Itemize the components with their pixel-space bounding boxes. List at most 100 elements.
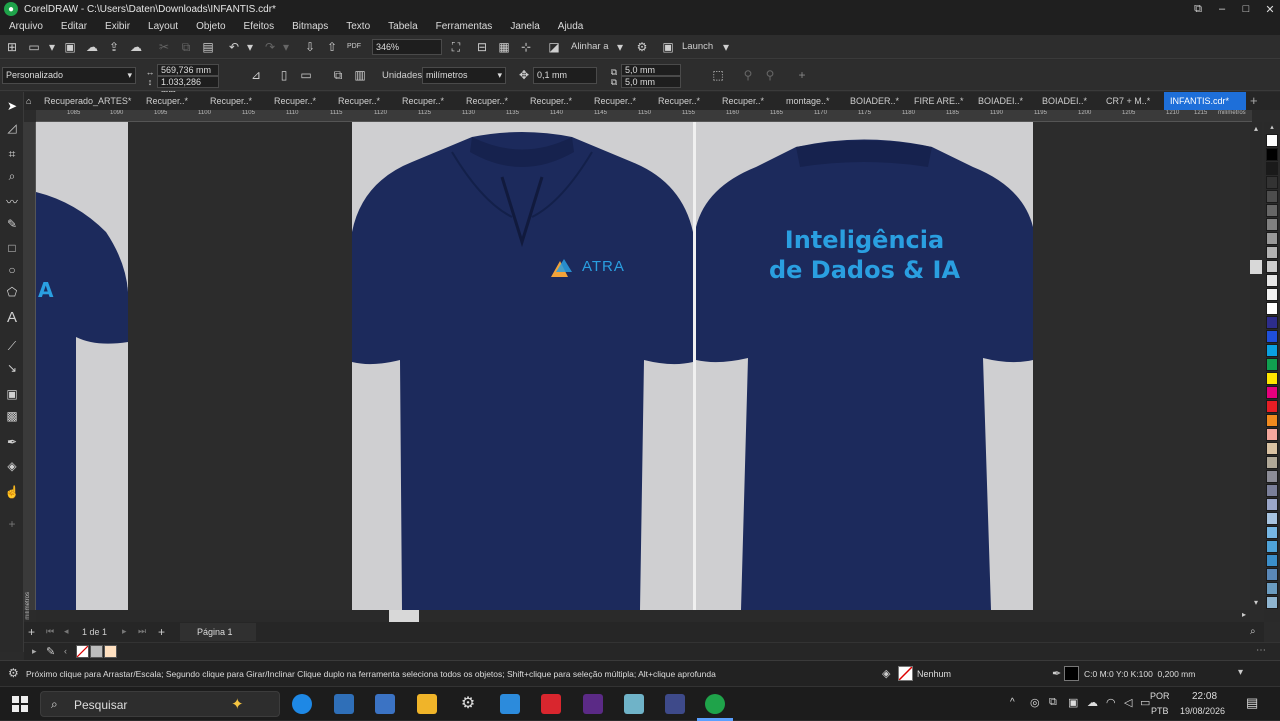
home-icon[interactable]: ⌂	[26, 92, 40, 110]
language-bottom[interactable]: PTB	[1151, 706, 1169, 716]
color-swatch[interactable]	[1266, 484, 1278, 497]
partial-shirt-image[interactable]: A	[36, 122, 128, 610]
color-swatch[interactable]	[1266, 596, 1278, 609]
color-swatch[interactable]	[1266, 302, 1278, 315]
tray-app-icon[interactable]: ▣	[1068, 696, 1078, 709]
redo-icon[interactable]: ↷	[262, 39, 278, 55]
doc-tab[interactable]: Recuper..*	[722, 92, 764, 110]
restore-icon[interactable]: ⧉	[1186, 0, 1210, 18]
add-page-before-icon[interactable]: +	[28, 625, 35, 639]
color-swatch[interactable]	[1266, 400, 1278, 413]
menu-ajuda[interactable]: Ajuda	[549, 21, 593, 32]
color-swatch[interactable]	[1266, 162, 1278, 175]
drawing-canvas[interactable]: A ATRA Inteligência de Dados & IA	[36, 122, 1252, 610]
menu-arquivo[interactable]: Arquivo	[0, 21, 52, 32]
dup-x-field[interactable]: 5,0 mm	[621, 64, 681, 76]
menu-layout[interactable]: Layout	[139, 21, 187, 32]
shadow-tool-icon[interactable]: ▣	[4, 386, 20, 402]
eyedropper-icon[interactable]: ✎	[46, 645, 55, 658]
color-swatch[interactable]	[1266, 540, 1278, 553]
menu-ferramentas[interactable]: Ferramentas	[427, 21, 502, 32]
color-swatch[interactable]	[1266, 176, 1278, 189]
palette-up-icon[interactable]: ▴	[1266, 123, 1278, 132]
add-tool-icon[interactable]: +	[4, 516, 20, 532]
color-swatch[interactable]	[1266, 386, 1278, 399]
more-icon[interactable]: ⋯	[1256, 645, 1266, 656]
doc-tab[interactable]: Recuper..*	[530, 92, 572, 110]
menu-tabela[interactable]: Tabela	[379, 21, 426, 32]
doc-tab[interactable]: Recuper..*	[658, 92, 700, 110]
menu-editar[interactable]: Editar	[52, 21, 96, 32]
minimize-button[interactable]: –	[1210, 0, 1234, 18]
color-swatch[interactable]	[1266, 274, 1278, 287]
page-width-field[interactable]: 569,736 mm	[157, 64, 219, 76]
chevron-down-icon[interactable]: ▾	[612, 39, 628, 55]
color-swatch[interactable]	[1266, 456, 1278, 469]
color-swatch[interactable]	[1266, 344, 1278, 357]
zoom-tool-icon[interactable]: ⌕	[4, 168, 20, 184]
page-frame-icon[interactable]: ⬚	[710, 67, 726, 83]
first-page-icon[interactable]: ⏮	[46, 626, 54, 637]
vector-app-icon[interactable]	[665, 694, 685, 714]
maximize-button[interactable]: □	[1234, 0, 1258, 18]
scroll-right-icon[interactable]: ▸	[1238, 610, 1250, 622]
horizontal-scroll-thumb[interactable]	[389, 610, 419, 622]
doc-color-swatch[interactable]	[104, 645, 117, 658]
top-ruler[interactable]: 1085 1090 1095 1100 1105 1110 1115 1120 …	[36, 110, 1252, 122]
no-color-swatch[interactable]	[76, 645, 89, 658]
color-swatch[interactable]	[1266, 260, 1278, 273]
color-swatch[interactable]	[1266, 512, 1278, 525]
menu-texto[interactable]: Texto	[337, 21, 379, 32]
close-button[interactable]: ✕	[1258, 0, 1280, 18]
prev-page-icon[interactable]: ◂	[64, 626, 69, 637]
notes-icon[interactable]	[624, 694, 644, 714]
ellipse-tool-icon[interactable]: ○	[4, 262, 20, 278]
pick-tool-icon[interactable]: ➤	[4, 98, 20, 114]
affinity-icon[interactable]	[583, 694, 603, 714]
menu-objeto[interactable]: Objeto	[187, 21, 234, 32]
settings-icon[interactable]: ⚙	[458, 694, 478, 714]
text-tool-icon[interactable]: A	[4, 310, 20, 326]
language-top[interactable]: POR	[1150, 691, 1170, 701]
doc-tab[interactable]: montage..*	[786, 92, 830, 110]
color-swatch[interactable]	[1266, 554, 1278, 567]
doc-tab-active[interactable]: INFANTIS.cdr*	[1164, 92, 1246, 110]
launch-icon[interactable]: ▣	[660, 39, 676, 55]
doc-tab[interactable]: BOIADEI..*	[1042, 92, 1087, 110]
units-select[interactable]: milímetros ▾	[422, 67, 506, 84]
color-swatch[interactable]	[1266, 232, 1278, 245]
taskbar-search[interactable]: ⌕ Pesquisar ✦	[40, 691, 280, 717]
zoom-field[interactable]: 346%	[372, 39, 442, 55]
outline-swatch[interactable]	[1064, 666, 1079, 681]
tray-app-icon[interactable]: ⧉	[1049, 696, 1057, 709]
edge-icon[interactable]	[292, 694, 312, 714]
left-ruler[interactable]: milímetros	[24, 122, 36, 620]
scroll-left-icon[interactable]: ‹	[64, 646, 67, 656]
color-swatch[interactable]	[1266, 372, 1278, 385]
shape-tool-icon[interactable]: ◿	[4, 120, 20, 136]
plus-icon[interactable]: +	[794, 67, 810, 83]
upload-icon[interactable]: ⇪	[106, 39, 122, 55]
mail-icon[interactable]	[334, 694, 354, 714]
page-height-field[interactable]: 1.033,286 mm	[157, 76, 219, 98]
color-swatch[interactable]	[1266, 204, 1278, 217]
page-preset-select[interactable]: Personalizado ▾	[2, 67, 136, 84]
doc-tab[interactable]: BOIADER..*	[850, 92, 899, 110]
chevron-down-icon[interactable]: ▾	[242, 39, 258, 55]
doc-tab[interactable]: BOIADEI..*	[978, 92, 1023, 110]
doc-color-swatch[interactable]	[90, 645, 103, 658]
scroll-up-icon[interactable]: ▴	[1250, 124, 1262, 134]
horizontal-scrollbar[interactable]: ▸	[36, 610, 1250, 622]
tray-chevron-icon[interactable]: ^	[1010, 697, 1015, 708]
clock-date[interactable]: 19/08/2026	[1180, 706, 1225, 716]
color-swatch[interactable]	[1266, 568, 1278, 581]
scroll-down-icon[interactable]: ▾	[1250, 598, 1262, 608]
smear-tool-icon[interactable]: ☝	[4, 484, 20, 500]
front-shirt-image[interactable]: ATRA	[352, 122, 693, 610]
current-page-icon[interactable]: ▥	[352, 67, 368, 83]
color-swatch[interactable]	[1266, 288, 1278, 301]
doc-tab[interactable]: Recuperado_ARTES*	[44, 92, 131, 110]
dimension-tool-icon[interactable]: ⟋	[4, 338, 20, 354]
tray-app-icon[interactable]: ◎	[1030, 696, 1040, 709]
dup-y-field[interactable]: 5,0 mm	[621, 76, 681, 88]
